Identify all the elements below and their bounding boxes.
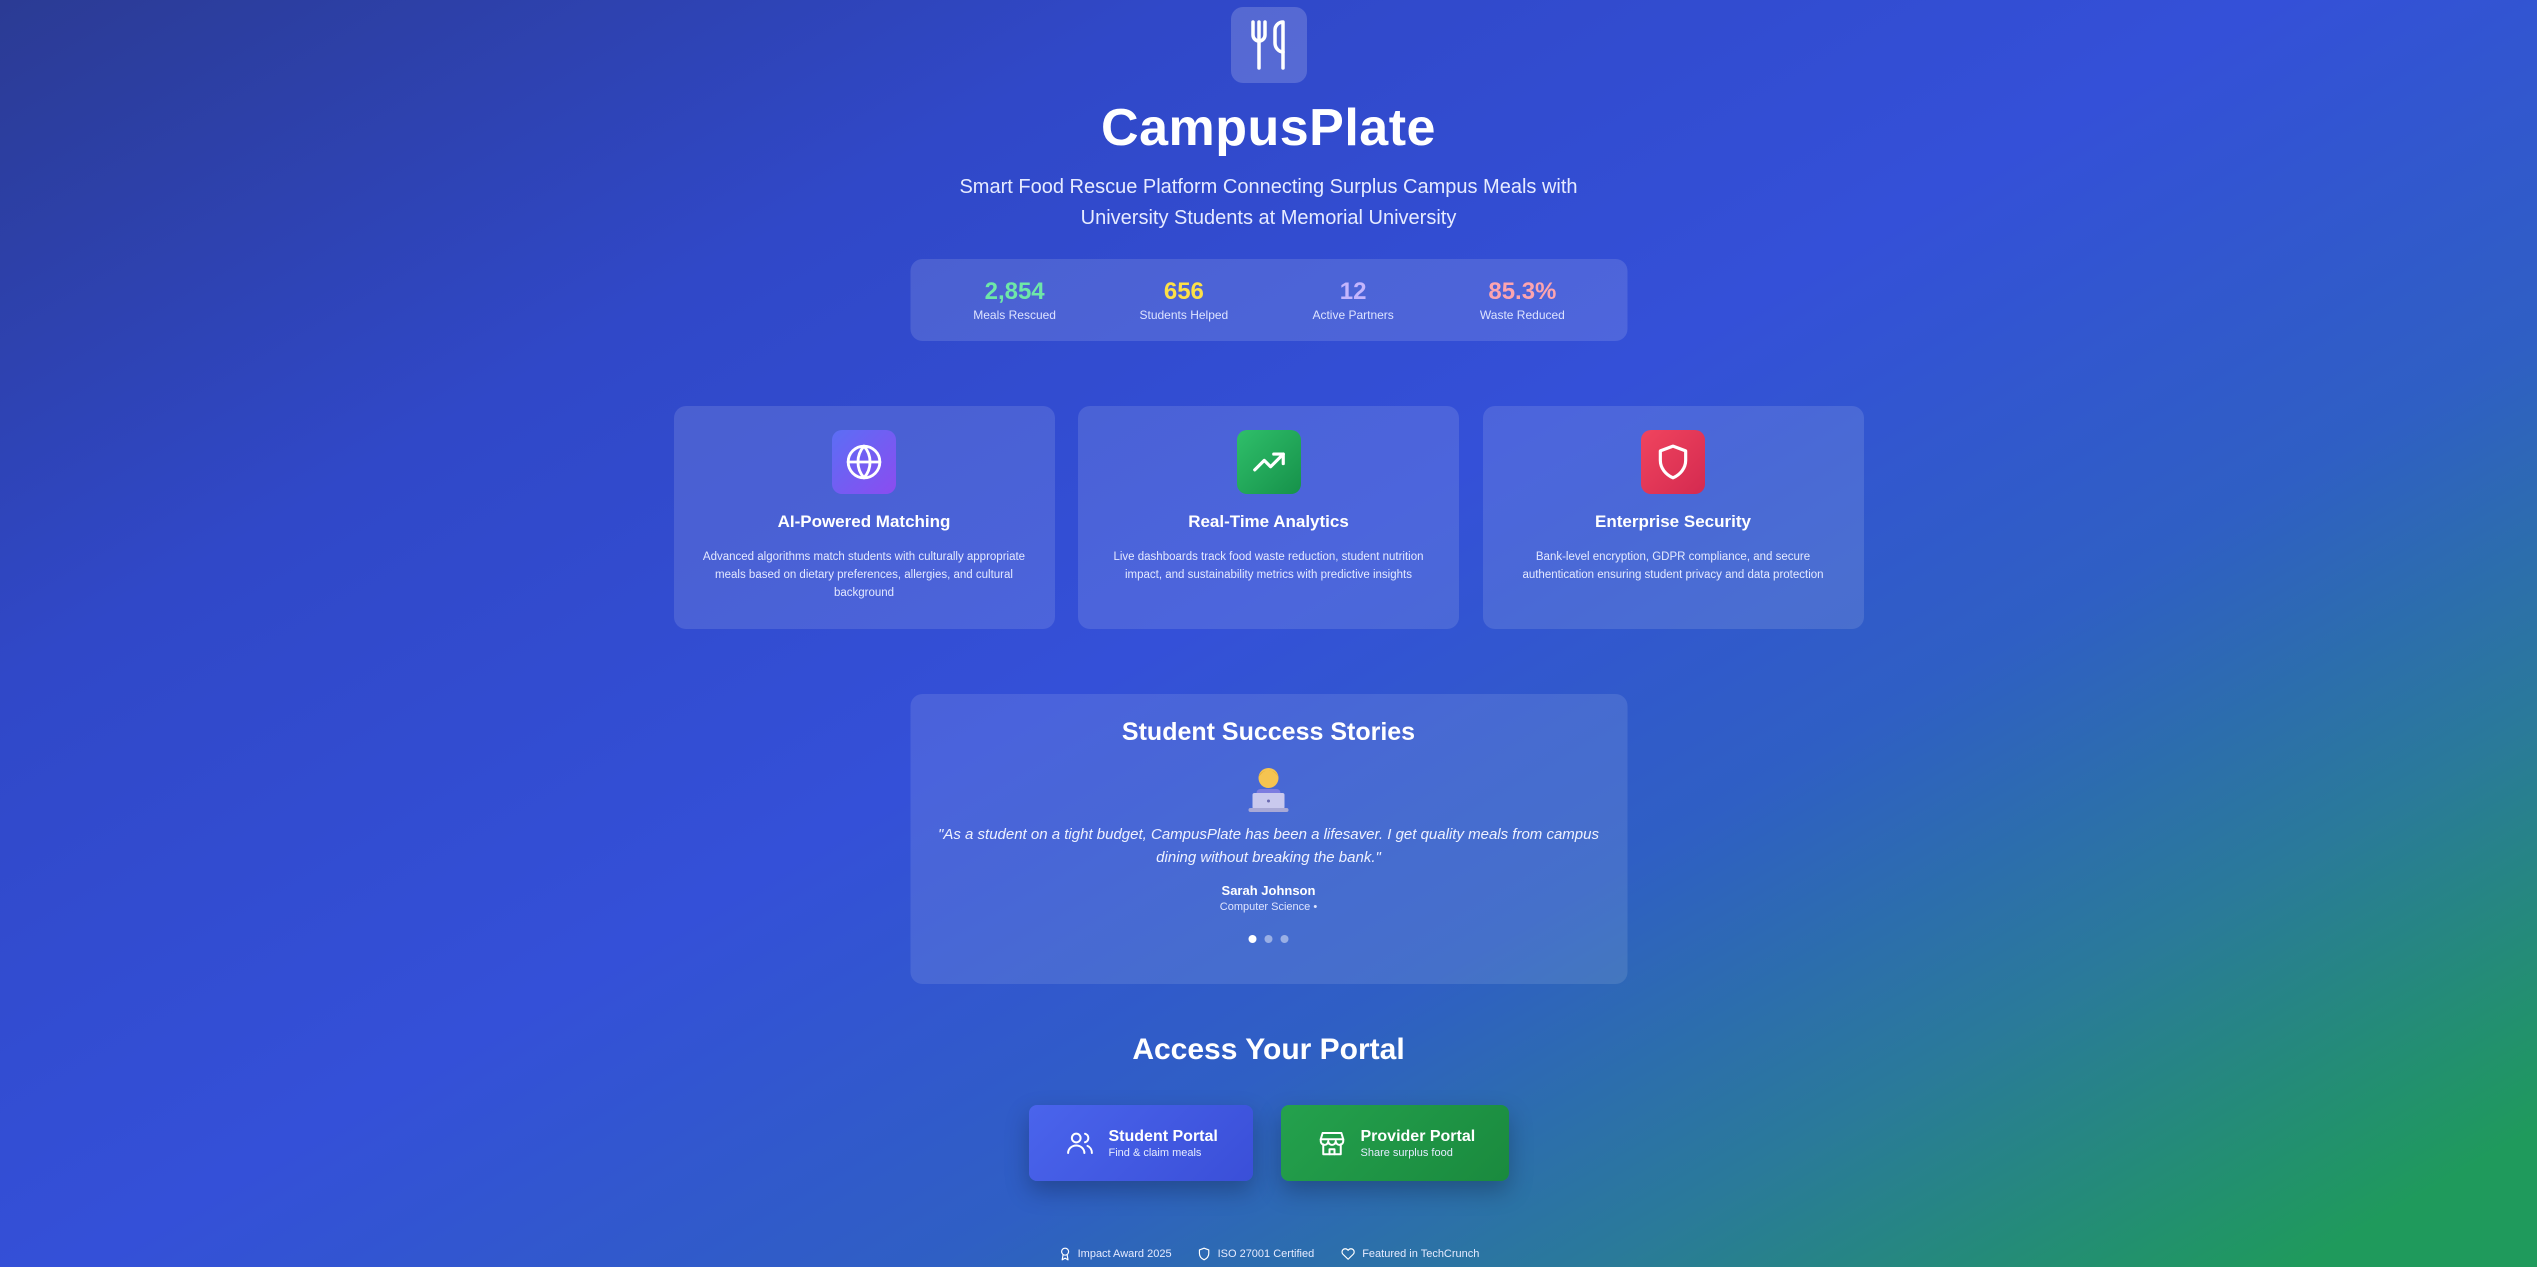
stats-panel: 2,854 Meals Rescued 656 Students Helped … — [910, 259, 1627, 341]
student-portal-button[interactable]: Student Portal Find & claim meals — [1028, 1105, 1253, 1181]
portal-buttons: Student Portal Find & claim meals Provid… — [1028, 1105, 1509, 1181]
page-subtitle: Smart Food Rescue Platform Connecting Su… — [959, 176, 1578, 229]
app-logo — [1230, 7, 1307, 83]
testimonial-quote: "As a student on a tight budget, CampusP… — [938, 826, 1599, 866]
feature-description: Advanced algorithms match students with … — [702, 551, 1026, 599]
feature-description: Bank-level encryption, GDPR compliance, … — [1522, 551, 1824, 581]
badge-label: ISO 27001 Certified — [1217, 1248, 1315, 1260]
badge-iso-certified: ISO 27001 Certified — [1198, 1246, 1315, 1262]
portal-label: Provider Portal — [1360, 1128, 1476, 1145]
success-stories-carousel: Student Success Stories "As a student on… — [910, 694, 1627, 984]
stat-label: Meals Rescued — [973, 308, 1056, 322]
feature-description: Live dashboards track food waste reducti… — [1113, 551, 1424, 581]
stat-waste-reduced: 85.3% Waste Reduced — [1442, 278, 1602, 322]
page-title: CampusPlate — [1101, 99, 1436, 157]
users-icon — [1066, 1132, 1093, 1154]
feature-icon-box — [832, 430, 896, 494]
feature-title: Real-Time Analytics — [1188, 512, 1349, 531]
stat-value: 85.3% — [1488, 278, 1557, 305]
feature-card-security: Enterprise Security Bank-level encryptio… — [1482, 406, 1864, 629]
shield-icon — [1199, 1247, 1210, 1261]
feature-title: AI-Powered Matching — [777, 512, 951, 531]
stat-students-helped: 656 Students Helped — [1104, 278, 1264, 322]
stat-label: Students Helped — [1139, 308, 1229, 322]
feature-title: Enterprise Security — [1595, 512, 1751, 531]
stat-meals-rescued: 2,854 Meals Rescued — [935, 278, 1095, 322]
feature-icon-box — [1236, 430, 1301, 494]
portal-section-title: Access Your Portal — [1132, 1033, 1405, 1066]
globe-icon — [846, 444, 882, 480]
carousel-dot[interactable] — [1264, 935, 1273, 943]
section-title: Student Success Stories — [1121, 718, 1416, 746]
feature-card-analytics: Real-Time Analytics Live dashboards trac… — [1078, 406, 1459, 629]
stat-value: 2,854 — [984, 278, 1045, 305]
award-icon — [1060, 1247, 1069, 1261]
store-icon — [1319, 1132, 1344, 1156]
stat-active-partners: 12 Active Partners — [1273, 278, 1433, 322]
portal-label: Student Portal — [1108, 1128, 1218, 1145]
carousel-dot[interactable] — [1280, 935, 1289, 943]
stat-label: Active Partners — [1312, 308, 1394, 322]
portal-sublabel: Share surplus food — [1360, 1147, 1453, 1159]
stat-value: 656 — [1163, 278, 1204, 305]
feature-card-ai-matching: AI-Powered Matching Advanced algorithms … — [673, 406, 1055, 629]
trust-badges: Impact Award 2025 ISO 27001 Certified Fe… — [1058, 1246, 1479, 1262]
features-section: AI-Powered Matching Advanced algorithms … — [673, 406, 1864, 629]
badge-label: Featured in TechCrunch — [1362, 1248, 1480, 1260]
badge-label: Impact Award 2025 — [1077, 1248, 1172, 1260]
provider-portal-button[interactable]: Provider Portal Share surplus food — [1280, 1105, 1509, 1181]
badge-techcrunch: Featured in TechCrunch — [1340, 1247, 1479, 1261]
trending-up-icon — [1252, 452, 1285, 472]
badge-impact-award: Impact Award 2025 — [1058, 1246, 1172, 1262]
stat-value: 12 — [1339, 278, 1367, 305]
feature-icon-box — [1641, 430, 1705, 494]
testimonial-role: Computer Science • — [1219, 901, 1318, 913]
fork-knife-icon — [1250, 20, 1285, 70]
carousel-pagination — [1248, 935, 1289, 943]
portal-sublabel: Find & claim meals — [1108, 1147, 1202, 1159]
testimonial-author: Sarah Johnson — [1221, 883, 1316, 898]
heart-icon — [1341, 1248, 1355, 1260]
carousel-dot[interactable] — [1248, 935, 1257, 943]
student-laptop-icon — [1248, 768, 1289, 812]
shield-icon — [1658, 444, 1688, 480]
stat-label: Waste Reduced — [1479, 308, 1565, 322]
